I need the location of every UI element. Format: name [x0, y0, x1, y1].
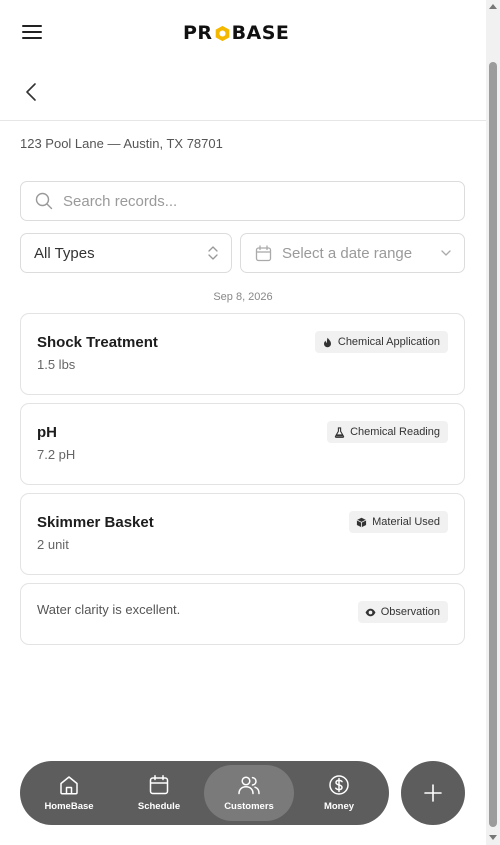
probase-logo[interactable]: PR BASE: [183, 22, 289, 44]
calendar-icon: [149, 775, 169, 795]
nav-label: Customers: [224, 801, 274, 812]
nav-item-money[interactable]: Money: [294, 765, 384, 821]
record-value: 1.5 lbs: [37, 357, 76, 372]
search-box[interactable]: [20, 181, 465, 221]
record-type-label: Observation: [380, 606, 440, 618]
eye-icon: [365, 608, 376, 616]
scroll-thumb[interactable]: [489, 62, 497, 827]
record-type-badge: Observation: [357, 601, 448, 623]
record-title: pH: [37, 424, 57, 441]
dollar-icon: [329, 775, 349, 795]
nav-item-customers[interactable]: Customers: [204, 765, 294, 821]
date-range-placeholder: Select a date range: [282, 244, 413, 262]
home-icon: [60, 776, 78, 795]
record-value: 7.2 pH: [37, 447, 76, 462]
scroll-up-arrow-icon[interactable]: [489, 4, 497, 9]
record-title: Skimmer Basket: [37, 514, 154, 531]
search-input[interactable]: [63, 192, 443, 210]
flame-icon: [323, 337, 331, 347]
users-icon: [238, 776, 260, 795]
record-card[interactable]: pH 7.2 pH Chemical Reading: [20, 403, 465, 485]
record-type-badge: Chemical Application: [314, 331, 448, 353]
logo-hex-icon: [215, 25, 229, 41]
customer-address: 123 Pool Lane — Austin, TX 78701: [20, 136, 223, 151]
updown-chevron-icon: [208, 246, 218, 260]
calendar-icon: [255, 244, 272, 261]
chevron-down-icon: [441, 250, 451, 256]
nav-label: HomeBase: [44, 801, 94, 812]
back-chevron-icon[interactable]: [22, 82, 42, 102]
record-title: Shock Treatment: [37, 334, 158, 351]
type-filter-value: All Types: [34, 244, 95, 262]
box-icon: [356, 517, 367, 527]
nav-item-homebase[interactable]: HomeBase: [24, 765, 114, 821]
record-value: 2 unit: [37, 537, 69, 552]
bottom-nav: HomeBase Schedule Customers Money: [20, 761, 389, 825]
search-icon: [35, 192, 53, 210]
back-bar: [0, 64, 486, 121]
record-card[interactable]: Water clarity is excellent. Observation: [20, 583, 465, 645]
logo-text-left: PR: [183, 22, 213, 44]
date-group-header: Sep 8, 2026: [213, 291, 273, 303]
date-range-picker[interactable]: Select a date range: [240, 233, 465, 273]
record-type-label: Material Used: [372, 516, 440, 528]
record-type-label: Chemical Reading: [350, 426, 440, 438]
add-record-button[interactable]: [401, 761, 465, 825]
record-card[interactable]: Skimmer Basket 2 unit Material Used: [20, 493, 465, 575]
top-bar: PR BASE: [0, 0, 486, 64]
record-type-label: Chemical Application: [337, 336, 440, 348]
nav-label: Schedule: [137, 801, 181, 812]
plus-icon: [424, 784, 442, 802]
record-type-badge: Material Used: [349, 511, 448, 533]
menu-icon[interactable]: [22, 22, 42, 42]
record-note: Water clarity is excellent.: [37, 602, 181, 617]
logo-text-right: BASE: [231, 22, 290, 44]
scroll-down-arrow-icon[interactable]: [489, 835, 497, 840]
type-filter-select[interactable]: All Types: [20, 233, 232, 273]
nav-item-schedule[interactable]: Schedule: [114, 765, 204, 821]
record-card[interactable]: Shock Treatment 1.5 lbs Chemical Applica…: [20, 313, 465, 395]
nav-label: Money: [323, 801, 355, 812]
flask-icon: [334, 426, 345, 438]
scrollbar[interactable]: [486, 0, 500, 845]
record-type-badge: Chemical Reading: [327, 421, 448, 443]
